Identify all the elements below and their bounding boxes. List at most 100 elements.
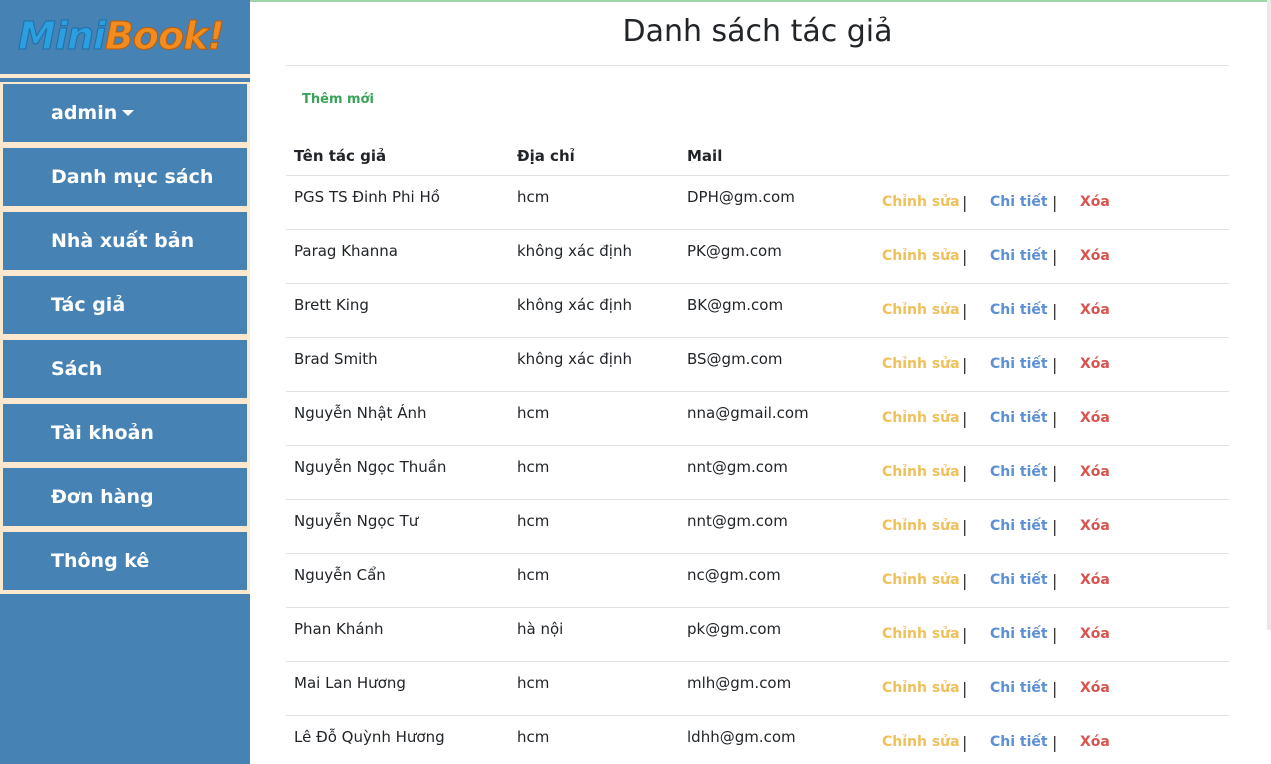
author-name: Lê Đỗ Quỳnh Hương (294, 728, 445, 746)
sidebar-item-label[interactable]: Thông kê (3, 532, 247, 590)
action-separator: | (1052, 301, 1058, 320)
author-mail: nna@gmail.com (687, 404, 809, 422)
author-name: Mai Lan Hương (294, 674, 406, 692)
sidebar-item-label[interactable]: Danh mục sách (3, 148, 247, 206)
edit-link[interactable]: Chỉnh sửa (882, 734, 960, 750)
sidebar-item-authors[interactable]: Tác giả (0, 274, 250, 338)
action-separator: | (962, 679, 968, 698)
author-mail: nc@gm.com (687, 566, 781, 584)
delete-link[interactable]: Xóa (1080, 626, 1110, 642)
action-separator: | (962, 247, 968, 266)
action-separator: | (962, 571, 968, 590)
sidebar-item-books[interactable]: Sách (0, 338, 250, 402)
author-name: Nguyễn Nhật Ánh (294, 404, 427, 422)
detail-link[interactable]: Chi tiết (990, 410, 1048, 426)
delete-link[interactable]: Xóa (1080, 410, 1110, 426)
detail-link[interactable]: Chi tiết (990, 626, 1048, 642)
sidebar-item-admin[interactable]: admin (0, 82, 250, 146)
delete-link[interactable]: Xóa (1080, 734, 1110, 750)
author-name: Nguyễn Ngọc Thuần (294, 458, 447, 476)
author-mail: nnt@gm.com (687, 512, 788, 530)
caret-down-icon (122, 110, 135, 116)
title-divider (286, 65, 1229, 66)
page-scrollbar[interactable] (1267, 0, 1271, 630)
column-header-address: Địa chỉ (517, 147, 575, 165)
action-separator: | (1052, 355, 1058, 374)
edit-link[interactable]: Chỉnh sửa (882, 572, 960, 588)
action-separator: | (962, 463, 968, 482)
action-separator: | (1052, 679, 1058, 698)
authors-table: Tên tác giả Địa chỉ Mail PGS TS Đinh Phi… (286, 138, 1229, 764)
edit-link[interactable]: Chỉnh sửa (882, 464, 960, 480)
add-author-link[interactable]: Thêm mới (302, 92, 374, 107)
sidebar-item-accounts[interactable]: Tài khoản (0, 402, 250, 466)
detail-link[interactable]: Chi tiết (990, 464, 1048, 480)
author-mail: nnt@gm.com (687, 458, 788, 476)
author-address: không xác định (517, 296, 632, 314)
page-title: Danh sách tác giả (622, 14, 893, 49)
action-separator: | (962, 733, 968, 752)
detail-link[interactable]: Chi tiết (990, 734, 1048, 750)
column-header-name: Tên tác giả (294, 147, 387, 165)
sidebar-item-admin-button[interactable]: admin (3, 84, 247, 142)
author-name: Phan Khánh (294, 620, 384, 638)
sidebar-item-label[interactable]: Nhà xuất bản (3, 212, 247, 270)
delete-link[interactable]: Xóa (1080, 518, 1110, 534)
edit-link[interactable]: Chỉnh sửa (882, 518, 960, 534)
author-mail: BK@gm.com (687, 296, 784, 314)
delete-link[interactable]: Xóa (1080, 356, 1110, 372)
author-address: hcm (517, 512, 550, 530)
action-separator: | (1052, 517, 1058, 536)
author-name: Nguyễn Cẩn (294, 566, 386, 584)
detail-link[interactable]: Chi tiết (990, 572, 1048, 588)
author-address: hcm (517, 566, 550, 584)
action-separator: | (962, 409, 968, 428)
author-mail: ldhh@gm.com (687, 728, 796, 746)
brand-logo[interactable]: MiniBook! (0, 0, 250, 78)
detail-link[interactable]: Chi tiết (990, 356, 1048, 372)
edit-link[interactable]: Chỉnh sửa (882, 626, 960, 642)
action-separator: | (1052, 625, 1058, 644)
sidebar-item-orders[interactable]: Đơn hàng (0, 466, 250, 530)
sidebar-item-label[interactable]: Sách (3, 340, 247, 398)
detail-link[interactable]: Chi tiết (990, 302, 1048, 318)
sidebar-item-statistics[interactable]: Thông kê (0, 530, 250, 594)
action-separator: | (1052, 247, 1058, 266)
author-name: PGS TS Đinh Phi Hồ (294, 188, 440, 206)
author-address: không xác định (517, 242, 632, 260)
edit-link[interactable]: Chỉnh sửa (882, 194, 960, 210)
edit-link[interactable]: Chỉnh sửa (882, 410, 960, 426)
edit-link[interactable]: Chỉnh sửa (882, 356, 960, 372)
sidebar-item-categories[interactable]: Danh mục sách (0, 146, 250, 210)
delete-link[interactable]: Xóa (1080, 248, 1110, 264)
author-mail: pk@gm.com (687, 620, 782, 638)
delete-link[interactable]: Xóa (1080, 194, 1110, 210)
detail-link[interactable]: Chi tiết (990, 194, 1048, 210)
table-row: Nguyễn Ngọc Tư hcm nnt@gm.com Chỉnh sửa | Chi… (286, 500, 1229, 554)
detail-link[interactable]: Chi tiết (990, 680, 1048, 696)
detail-link[interactable]: Chi tiết (990, 518, 1048, 534)
author-address: hcm (517, 188, 550, 206)
edit-link[interactable]: Chỉnh sửa (882, 248, 960, 264)
sidebar-item-label[interactable]: Tài khoản (3, 404, 247, 462)
delete-link[interactable]: Xóa (1080, 302, 1110, 318)
author-mail: PK@gm.com (687, 242, 782, 260)
author-name: Brett King (294, 296, 369, 314)
delete-link[interactable]: Xóa (1080, 464, 1110, 480)
table-row: Brett King không xác định BK@gm.com Chỉnh s… (286, 284, 1229, 338)
author-name: Brad Smith (294, 350, 378, 368)
detail-link[interactable]: Chi tiết (990, 248, 1048, 264)
action-separator: | (1052, 193, 1058, 212)
action-separator: | (1052, 733, 1058, 752)
sidebar-item-label[interactable]: Đơn hàng (3, 468, 247, 526)
edit-link[interactable]: Chỉnh sửa (882, 302, 960, 318)
table-row: Nguyễn Ngọc Thuần hcm nnt@gm.com Chỉnh sửa |… (286, 446, 1229, 500)
delete-link[interactable]: Xóa (1080, 572, 1110, 588)
delete-link[interactable]: Xóa (1080, 680, 1110, 696)
table-row: Parag Khanna không xác định PK@gm.com Chỉnh… (286, 230, 1229, 284)
sidebar-item-label[interactable]: Tác giả (3, 276, 247, 334)
table-row: Nguyễn Nhật Ánh hcm nna@gmail.com Chỉnh sửa… (286, 392, 1229, 446)
sidebar-item-publishers[interactable]: Nhà xuất bản (0, 210, 250, 274)
edit-link[interactable]: Chỉnh sửa (882, 680, 960, 696)
action-separator: | (962, 355, 968, 374)
